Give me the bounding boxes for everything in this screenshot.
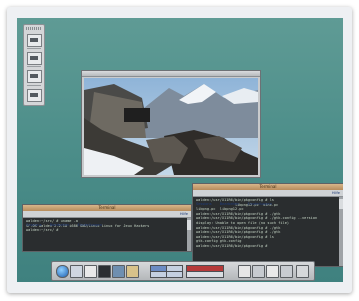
dock-separator — [27, 85, 41, 86]
tools-icon[interactable] — [238, 265, 251, 278]
menu-hilfe[interactable]: Hilfe — [180, 211, 188, 217]
settings-icon[interactable] — [252, 265, 265, 278]
printer-icon[interactable] — [266, 265, 279, 278]
vertical-dock — [23, 24, 45, 106]
menu-sessions[interactable]: Sessions — [193, 201, 212, 207]
dock-window-icon[interactable] — [27, 70, 42, 83]
clock-icon[interactable] — [296, 265, 309, 278]
dock-window-icon[interactable] — [27, 52, 42, 65]
menu-bearbeiten[interactable]: Bearbeiten — [47, 222, 70, 228]
dock-separator — [27, 66, 41, 67]
trash-icon[interactable] — [280, 265, 293, 278]
image-viewer-title-bar[interactable] — [82, 71, 260, 77]
pager-desktop-4[interactable] — [166, 271, 183, 278]
monitor-icon[interactable] — [112, 265, 125, 278]
dock-window-icon[interactable] — [27, 89, 42, 102]
window-list[interactable] — [186, 265, 224, 278]
terminal-scrollbar[interactable] — [339, 197, 343, 266]
terminal-menubar: Sessions Bearbeiten Einstellungen Hilfe — [193, 190, 343, 206]
dock-window-icon[interactable] — [27, 34, 42, 47]
desktop-pager[interactable] — [150, 265, 183, 278]
menu-bearbeiten[interactable]: Bearbeiten — [217, 201, 240, 207]
terminal-menubar: Sessions Bearbeiten Einstellungen Hilfe — [23, 211, 191, 227]
home-icon[interactable] — [70, 265, 83, 278]
terminal-scrollbar[interactable] — [187, 218, 191, 251]
printer-icon[interactable] — [84, 265, 97, 278]
terminal-window-right[interactable]: Terminal Sessions Bearbeiten Einstellung… — [192, 183, 343, 267]
menu-sessions[interactable]: Sessions — [23, 222, 42, 228]
terminal-line: walden:~/src/ # — [26, 228, 61, 233]
menu-einstellungen[interactable]: Einstellungen — [75, 222, 102, 228]
desktop[interactable]: Terminal Sessions Bearbeiten Einstellung… — [17, 18, 343, 282]
terminal-icon[interactable] — [98, 265, 111, 278]
dock-drag-handle[interactable] — [26, 27, 41, 30]
taskbar — [51, 261, 315, 281]
menu-einstellungen[interactable]: Einstellungen — [245, 201, 272, 207]
image-viewer-window[interactable] — [81, 70, 261, 178]
pager-desktop-3[interactable] — [150, 271, 167, 278]
dock-separator — [27, 48, 41, 49]
menu-hilfe[interactable]: Hilfe — [332, 190, 340, 196]
globe-icon[interactable] — [56, 265, 69, 278]
window-list-item[interactable] — [186, 271, 224, 278]
terminal-line: walden:/usr/X11R6/bin/pkgconfig # — [196, 243, 270, 248]
mountain-photo — [84, 78, 258, 175]
folder-icon[interactable] — [126, 265, 139, 278]
terminal-window-left[interactable]: Terminal Sessions Bearbeiten Einstellung… — [22, 204, 192, 252]
